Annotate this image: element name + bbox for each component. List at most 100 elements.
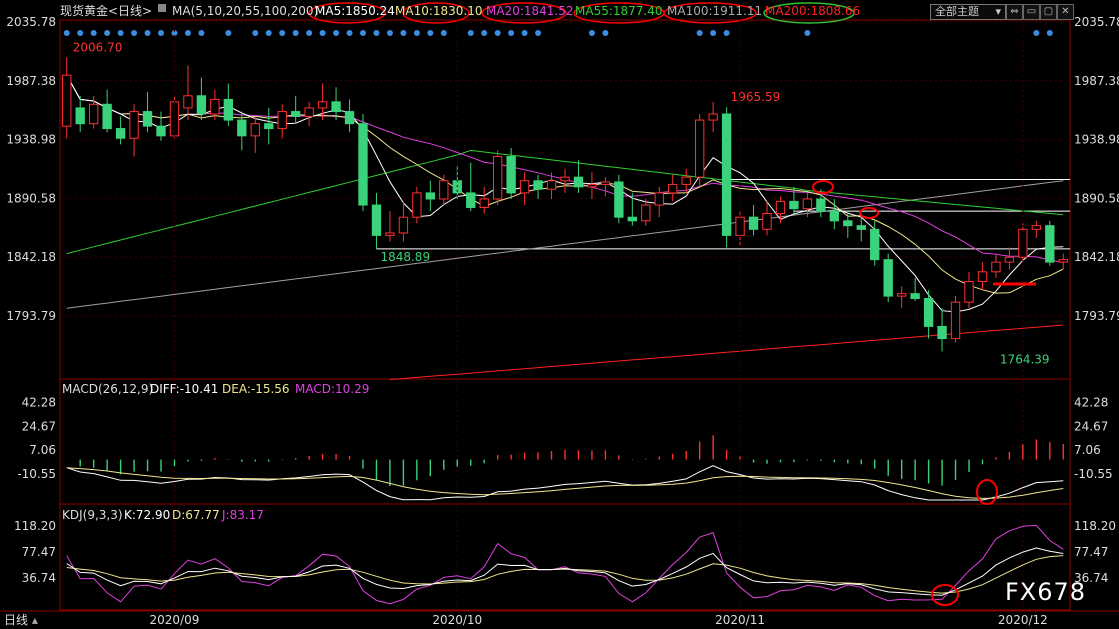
chart-window: 2035.78 2035.78 1987.38 1987.38 1938.98 1938.… (0, 0, 1119, 629)
ma5-readout: MA5:1850.24 (315, 4, 395, 18)
ma-params-label: MA(5,10,20,55,100,200) (172, 4, 319, 18)
candle (600, 181, 611, 185)
candle (317, 101, 328, 109)
theme-label: 全部主题 (935, 5, 979, 18)
candle (264, 123, 274, 130)
candle (385, 232, 395, 236)
symbol-label: 现货黄金 (60, 4, 109, 18)
signal-dot (360, 30, 366, 36)
candle (62, 74, 72, 127)
candle (1004, 256, 1015, 263)
signal-dot (710, 30, 717, 36)
candle (627, 216, 638, 222)
candle (762, 213, 772, 230)
signal-dot (1033, 30, 1040, 36)
ma100-line (66, 180, 1064, 309)
candle (883, 259, 893, 297)
ma100-readout: MA100:1911.11 (667, 4, 763, 18)
candle (519, 180, 530, 194)
macd-y-tick-right: -10.55 (1074, 467, 1113, 481)
signal-dot (104, 30, 111, 36)
signal-dot (90, 30, 97, 36)
period-selector[interactable]: 日线 ▴ (4, 613, 38, 627)
kdj-j-readout: J:83.17 (222, 508, 264, 522)
signal-dot (346, 30, 353, 36)
candle (775, 200, 786, 215)
price-annotation: 1764.39 (1000, 352, 1050, 366)
candle (479, 198, 489, 208)
signal-dot (292, 30, 299, 36)
theme-dropdown[interactable]: 全部主题 ▾ (930, 4, 1006, 20)
kdj-y-tick-left: 118.20 (14, 519, 56, 533)
signal-dot (521, 30, 528, 36)
period-tag[interactable]: <日线> (108, 4, 152, 18)
candle (681, 176, 691, 185)
candle (856, 225, 866, 230)
candle (829, 210, 840, 222)
y-tick-right-2035.78: 2035.78 (1074, 15, 1119, 29)
kdj-y-tick-right: 77.47 (1074, 545, 1108, 559)
candle (277, 111, 287, 130)
candle (937, 325, 947, 340)
candle (843, 220, 853, 227)
maximize-icon[interactable]: ▢ (1040, 4, 1057, 20)
candle (721, 113, 732, 236)
signal-dot (131, 30, 138, 36)
kdj-k-readout: K:72.90 (124, 508, 171, 522)
macd-y-tick-right: 7.06 (1074, 443, 1101, 457)
signal-dot (333, 30, 340, 36)
candle (304, 107, 314, 117)
y-tick-right-1987.38: 1987.38 (1074, 74, 1119, 88)
signal-dot (494, 30, 501, 36)
scale-icon[interactable]: ⇔ (1006, 4, 1023, 20)
candle (398, 216, 409, 234)
signal-dot (279, 30, 286, 36)
candle (115, 128, 126, 139)
ma55-line (66, 149, 1064, 255)
y-tick-left-1842.18: 1842.18 (6, 250, 56, 264)
candle (344, 111, 355, 125)
candle (506, 155, 516, 194)
candle (210, 98, 220, 115)
x-tick-label: 2020/09 (150, 613, 200, 627)
candle (439, 180, 449, 200)
x-tick-label: 2020/12 (998, 613, 1048, 627)
period-selector-label: 日线 (4, 613, 29, 627)
ma55-readout: MA55:1877.40 (575, 4, 663, 18)
settings-square-icon[interactable] (158, 4, 166, 12)
candle (1045, 225, 1055, 263)
candle (641, 204, 651, 222)
close-icon[interactable]: ✕ (1057, 4, 1074, 20)
y-tick-left-1890.58: 1890.58 (6, 191, 56, 205)
signal-dot (467, 30, 474, 36)
y-tick-left-1938.98: 1938.98 (6, 133, 56, 147)
candle (587, 183, 597, 188)
chevron-down-icon: ▾ (995, 5, 1001, 18)
signal-dot (804, 30, 811, 36)
candle (102, 103, 112, 130)
signal-dot (77, 30, 84, 36)
macd-y-tick-right: 42.28 (1074, 396, 1108, 410)
kdj-y-tick-left: 77.47 (22, 545, 56, 559)
candle (923, 298, 934, 327)
candle (964, 281, 974, 303)
kdj-j-line (66, 524, 1064, 605)
macd-diff-readout: DIFF:-10.41 (150, 382, 219, 396)
candle (802, 198, 813, 210)
macd-y-tick-left: 24.67 (22, 419, 56, 433)
signal-dot (225, 30, 232, 36)
signal-dot (184, 30, 191, 36)
kdj-y-tick-left: 36.74 (22, 571, 56, 585)
candle (142, 111, 153, 127)
candle (896, 293, 907, 297)
signal-dot (602, 30, 609, 36)
signal-dot (508, 30, 515, 36)
minimize-icon[interactable]: ▭ (1023, 4, 1040, 20)
candle (425, 192, 436, 200)
candle (614, 181, 624, 218)
y-tick-left-1987.38: 1987.38 (6, 74, 56, 88)
candle (950, 301, 961, 340)
signal-dot (696, 30, 703, 36)
signal-dot (427, 30, 434, 36)
x-tick-label: 2020/10 (432, 613, 482, 627)
